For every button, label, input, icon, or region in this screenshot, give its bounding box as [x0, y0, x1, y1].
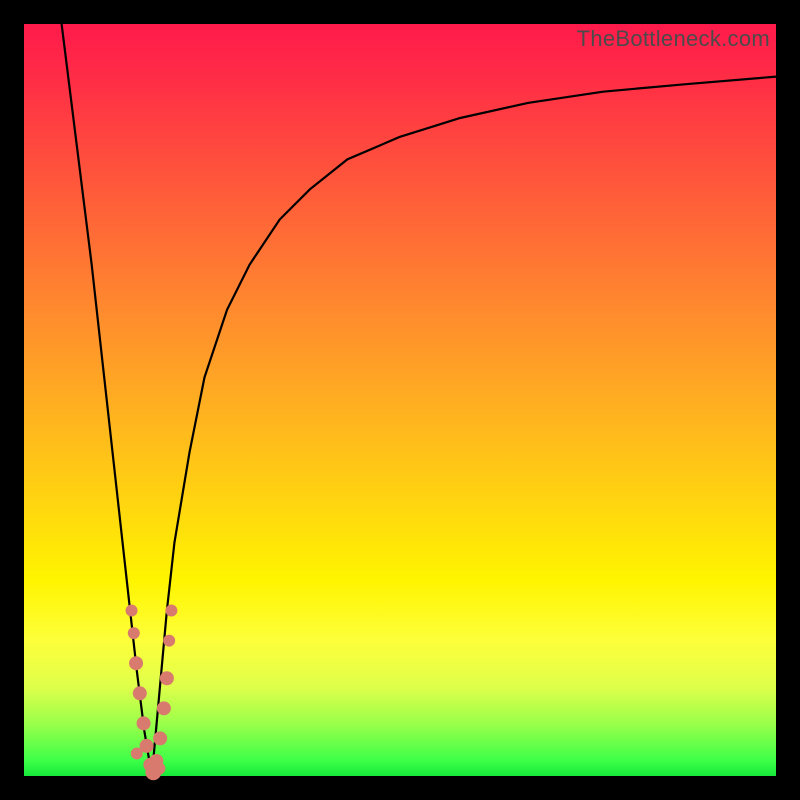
data-point	[165, 605, 177, 617]
data-point	[137, 716, 151, 730]
curve-layer	[24, 24, 776, 776]
data-point	[163, 635, 175, 647]
data-point	[129, 656, 143, 670]
data-point	[133, 686, 147, 700]
data-point	[128, 627, 140, 639]
chart-frame: TheBottleneck.com	[0, 0, 800, 800]
right-branch-path	[152, 77, 776, 776]
data-point	[157, 701, 171, 715]
data-point	[160, 671, 174, 685]
data-point	[153, 731, 167, 745]
data-point	[126, 605, 138, 617]
data-point	[131, 747, 143, 759]
data-point	[153, 762, 165, 774]
point-cluster	[126, 605, 178, 781]
plot-area: TheBottleneck.com	[24, 24, 776, 776]
